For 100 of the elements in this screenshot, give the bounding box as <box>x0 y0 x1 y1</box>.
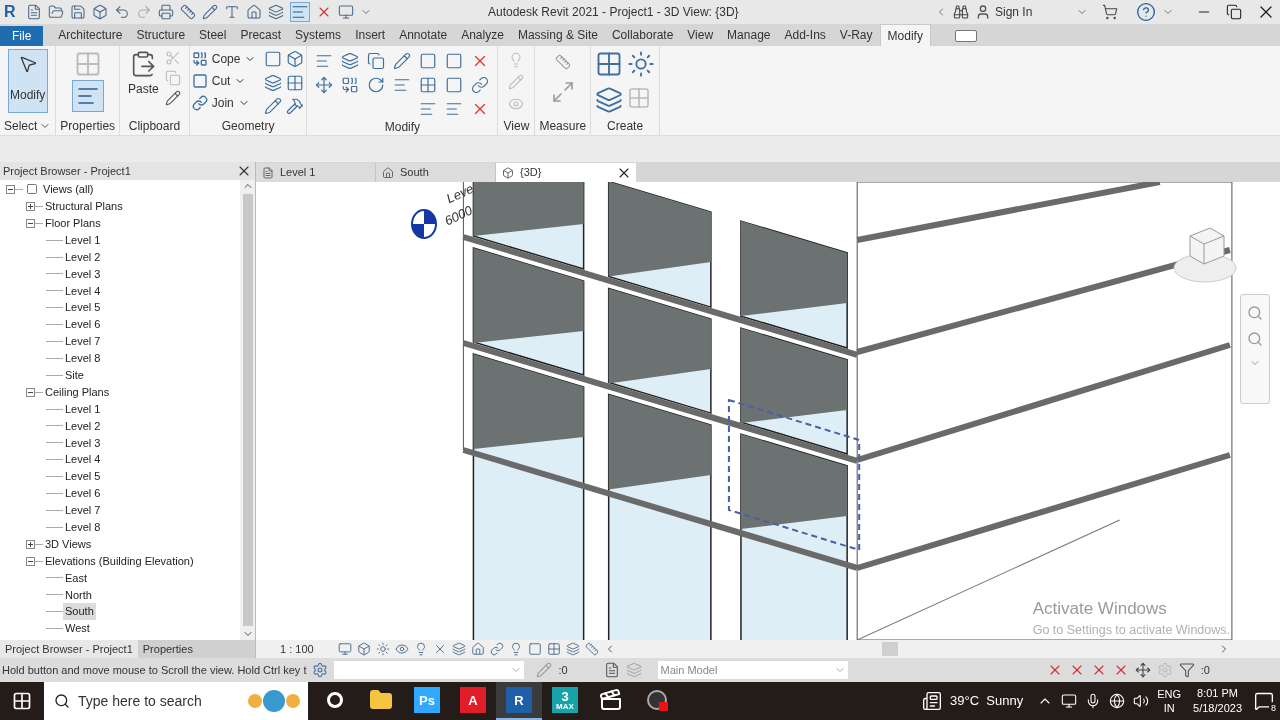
paint-icon[interactable] <box>286 73 305 92</box>
ribbon-tab[interactable]: Add-Ins <box>777 24 833 46</box>
tree-item[interactable]: Level 7 <box>63 502 103 519</box>
clock[interactable]: 8:01 PM 5/18/2023 <box>1193 686 1242 716</box>
ribbon-tab[interactable]: Manage <box>720 24 778 46</box>
geometry-tool-button[interactable]: Cut <box>191 72 257 90</box>
tree-item[interactable]: Elevations (Building Elevation) <box>43 552 196 570</box>
properties-icon[interactable] <box>71 80 104 112</box>
tree-item[interactable]: 3D Views <box>43 535 94 553</box>
panel-tab[interactable]: Project Browser - Project1 <box>0 640 138 658</box>
tree-item[interactable]: Ceiling Plans <box>43 383 112 401</box>
scroll-thumb[interactable] <box>242 194 253 626</box>
trim-icon[interactable] <box>393 76 412 94</box>
split-icon[interactable] <box>419 52 438 70</box>
ribbon-tab[interactable]: Architecture <box>51 24 130 46</box>
align-icon[interactable] <box>315 52 334 70</box>
filter-icon[interactable] <box>1178 662 1195 678</box>
taskbar-app[interactable]: A <box>450 682 496 720</box>
tree-item[interactable]: Site <box>63 367 86 384</box>
collapse-icon[interactable] <box>26 556 35 566</box>
panel-toggle-icon[interactable] <box>954 30 977 42</box>
tree-item[interactable]: East <box>63 569 89 587</box>
measure-icon[interactable] <box>180 4 196 20</box>
tree-item[interactable]: Floor Plans <box>43 214 103 232</box>
sign-in-button[interactable]: Sign In <box>975 3 1070 21</box>
view-control-icon[interactable] <box>490 642 504 656</box>
ribbon-tab[interactable]: Structure <box>129 24 193 46</box>
edit-icon[interactable] <box>264 97 283 116</box>
trim-single-icon[interactable] <box>419 100 438 118</box>
paste-button[interactable]: Paste <box>128 50 159 98</box>
ribbon-tab[interactable]: Analyze <box>454 24 511 46</box>
tree-item[interactable]: Level 5 <box>63 468 103 485</box>
volume-icon[interactable] <box>1133 693 1150 709</box>
view-control-icon[interactable] <box>528 642 542 656</box>
tree-item[interactable]: Level 3 <box>63 434 103 452</box>
document-tab[interactable]: Level 1 <box>256 163 376 182</box>
view-control-icon[interactable] <box>357 642 371 656</box>
view-control-icon[interactable] <box>338 642 352 656</box>
taskbar-app[interactable]: R <box>496 682 542 720</box>
demolish-icon[interactable] <box>286 97 305 116</box>
editable-icon[interactable] <box>536 662 553 678</box>
view-control-icon[interactable] <box>433 642 447 656</box>
app-logo[interactable]: R <box>4 0 20 24</box>
network-icon[interactable] <box>1109 693 1126 709</box>
weather-text[interactable]: 39°C Sunny <box>950 691 1024 711</box>
cart-icon[interactable] <box>1102 4 1118 20</box>
copy-icon[interactable] <box>341 76 360 94</box>
views-icon[interactable] <box>26 183 38 196</box>
help-icon[interactable] <box>1136 2 1156 22</box>
split-gap-icon[interactable] <box>445 52 464 70</box>
ribbon-tab[interactable]: Massing & Site <box>510 24 605 46</box>
trim-multiple-icon[interactable] <box>445 100 464 118</box>
tree-item[interactable]: Level 6 <box>63 485 103 502</box>
ribbon-tab[interactable]: Collaborate <box>604 24 681 46</box>
view-control-icon[interactable] <box>414 642 428 656</box>
scale-icon[interactable] <box>445 76 464 94</box>
document-tab[interactable]: {3D} <box>496 163 616 182</box>
document-tab[interactable]: South <box>376 163 496 182</box>
text-icon[interactable] <box>224 4 240 20</box>
geometry-tool-button[interactable]: Join <box>191 94 257 112</box>
tree-item[interactable]: Level 4 <box>63 282 103 300</box>
search-field[interactable]: Type here to search <box>78 682 248 720</box>
save-icon[interactable] <box>70 4 86 20</box>
zoom-icon[interactable] <box>1247 331 1263 347</box>
join-profile-icon[interactable] <box>264 73 283 92</box>
zoom-icon[interactable] <box>1247 305 1263 321</box>
tree-item[interactable]: Level 3 <box>63 265 103 283</box>
tree-item[interactable]: Level 2 <box>63 248 103 266</box>
language-indicator[interactable]: ENG IN <box>1157 687 1182 715</box>
view-scale[interactable]: 1 : 100 <box>280 640 338 658</box>
view-control-icon[interactable] <box>376 642 390 656</box>
collapse-icon[interactable] <box>26 218 35 228</box>
tree-item[interactable]: Level 5 <box>63 299 103 316</box>
ribbon-tab[interactable]: View <box>680 24 721 46</box>
tree-item[interactable]: Level 4 <box>63 451 103 468</box>
view-control-icon[interactable] <box>585 642 599 656</box>
tree-item[interactable]: South <box>63 603 96 620</box>
scroll-thumb[interactable] <box>882 642 898 656</box>
expand-icon[interactable] <box>26 539 35 549</box>
tree-item[interactable]: Level 6 <box>63 316 103 333</box>
tree-item[interactable]: Level 8 <box>63 519 103 536</box>
expand-icon[interactable] <box>26 201 35 211</box>
offset-icon[interactable] <box>341 52 360 70</box>
print-icon[interactable] <box>158 4 174 20</box>
view-control-icon[interactable] <box>566 642 580 656</box>
move-icon[interactable] <box>315 76 334 94</box>
mirror-icon[interactable] <box>367 52 386 70</box>
binoculars-icon[interactable] <box>953 4 969 20</box>
view-control-icon[interactable] <box>452 642 466 656</box>
ribbon-tab[interactable]: Annotate <box>392 24 455 46</box>
thin-lines-icon[interactable] <box>290 2 310 22</box>
ribbon-tab[interactable]: Modify <box>879 24 931 46</box>
create-similar-icon[interactable] <box>627 50 656 78</box>
ribbon-tab[interactable]: Insert <box>348 24 393 46</box>
modify-button[interactable]: Modify <box>7 49 48 113</box>
view-control-icon[interactable] <box>509 642 523 656</box>
ribbon-tab[interactable]: V-Ray <box>832 24 880 46</box>
tree-item[interactable]: Level 2 <box>63 417 103 435</box>
ribbon-tab[interactable]: Steel <box>192 24 234 46</box>
collapse-icon[interactable] <box>26 387 35 397</box>
